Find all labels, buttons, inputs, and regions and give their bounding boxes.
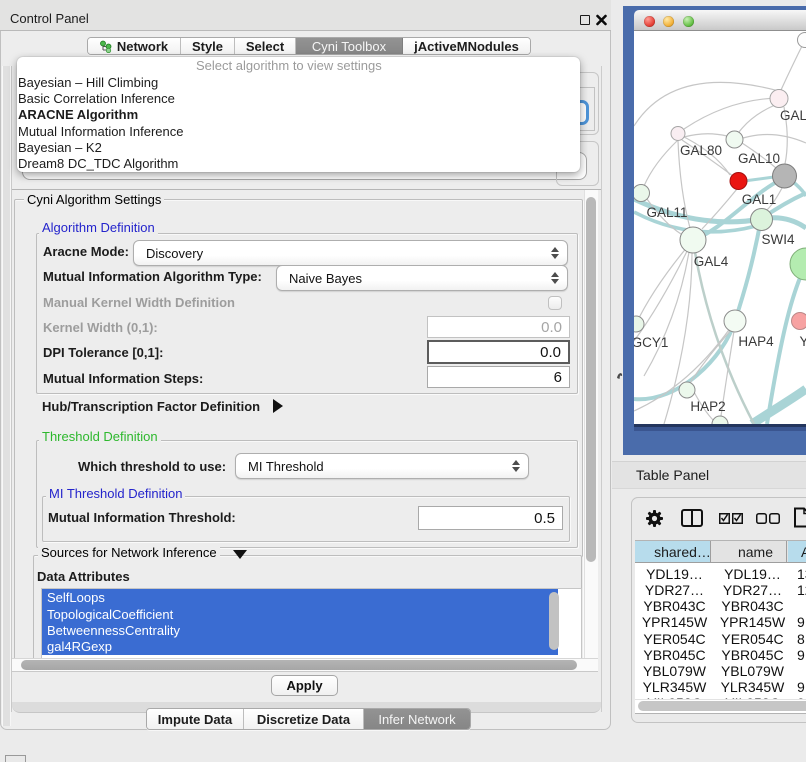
svg-text:GAL80: GAL80 [680, 143, 722, 158]
svg-text:Y: Y [799, 334, 806, 349]
svg-text:GAL10: GAL10 [738, 151, 780, 166]
svg-text:SWI4: SWI4 [761, 232, 794, 247]
svg-text:GAL11: GAL11 [646, 205, 687, 220]
svg-text:GCY1: GCY1 [634, 335, 668, 350]
svg-text:GAL4: GAL4 [694, 254, 729, 269]
svg-text:GAL7: GAL7 [780, 108, 806, 123]
svg-text:HAP2: HAP2 [690, 399, 725, 414]
svg-text:GAL1: GAL1 [742, 192, 777, 207]
svg-text:HAP4: HAP4 [738, 334, 774, 349]
